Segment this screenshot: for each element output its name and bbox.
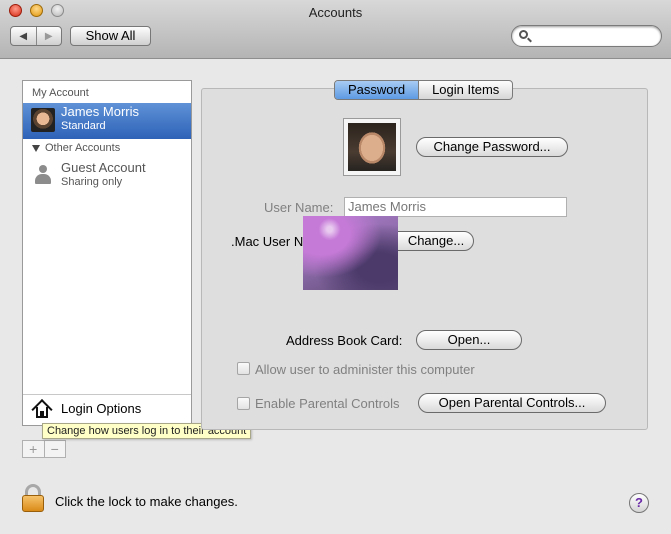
- help-button[interactable]: ?: [629, 493, 649, 513]
- open-parental-controls-button[interactable]: Open Parental Controls...: [418, 393, 606, 413]
- user-name-field[interactable]: James Morris: [344, 197, 567, 217]
- my-account-header: My Account: [32, 87, 89, 99]
- guest-account-status: Sharing only: [61, 176, 123, 188]
- account-name: James Morris: [61, 104, 140, 119]
- accounts-list: My Account James Morris Standard Other A…: [22, 80, 192, 426]
- allow-admin-checkbox[interactable]: [237, 362, 250, 375]
- house-icon: [32, 399, 52, 419]
- forward-button[interactable]: ▶: [35, 27, 62, 45]
- guest-account-name: Guest Account: [61, 160, 146, 175]
- nav-button-group: ◀ ▶: [10, 26, 62, 46]
- lock-icon[interactable]: [22, 484, 44, 512]
- change-password-button[interactable]: Change Password...: [416, 137, 568, 157]
- disclosure-triangle-icon: [32, 144, 40, 152]
- user-avatar-icon: [31, 108, 55, 132]
- tab-password[interactable]: Password: [335, 81, 419, 99]
- address-book-open-button[interactable]: Open...: [416, 330, 522, 350]
- lock-message: Click the lock to make changes.: [55, 494, 238, 509]
- parental-controls-checkbox[interactable]: [237, 397, 250, 410]
- accounts-window: Accounts ◀ ▶ Show All My Account James M…: [0, 0, 671, 534]
- window-title: Accounts: [308, 5, 363, 20]
- remove-account-button[interactable]: −: [44, 440, 66, 458]
- tab-login-items[interactable]: Login Items: [418, 81, 512, 99]
- account-item-james-morris[interactable]: James Morris Standard: [23, 103, 191, 139]
- login-options-item[interactable]: Login Options: [23, 394, 191, 425]
- search-icon: [519, 30, 528, 39]
- account-item-guest[interactable]: Guest Account Sharing only: [23, 159, 191, 195]
- mac-user-label: .Mac User N: [231, 234, 304, 249]
- search-field[interactable]: [511, 25, 662, 47]
- show-all-button[interactable]: Show All: [70, 26, 151, 46]
- address-book-label: Address Book Card:: [286, 333, 403, 348]
- guest-user-icon: [35, 165, 51, 185]
- allow-admin-label: Allow user to administer this computer: [255, 362, 475, 377]
- obscured-region: [303, 216, 398, 290]
- user-name-label: User Name:: [264, 200, 334, 215]
- add-account-button[interactable]: +: [22, 440, 45, 458]
- title-bar: Accounts ◀ ▶ Show All: [0, 0, 671, 59]
- add-remove-buttons: + −: [22, 440, 66, 458]
- account-role: Standard: [61, 120, 106, 132]
- other-accounts-header[interactable]: Other Accounts: [32, 142, 120, 154]
- user-photo: [348, 123, 396, 171]
- back-button[interactable]: ◀: [11, 27, 36, 45]
- parental-controls-label: Enable Parental Controls: [255, 396, 400, 411]
- user-picture[interactable]: [343, 118, 401, 176]
- tab-bar: Password Login Items: [334, 80, 514, 100]
- login-options-label: Login Options: [61, 401, 142, 416]
